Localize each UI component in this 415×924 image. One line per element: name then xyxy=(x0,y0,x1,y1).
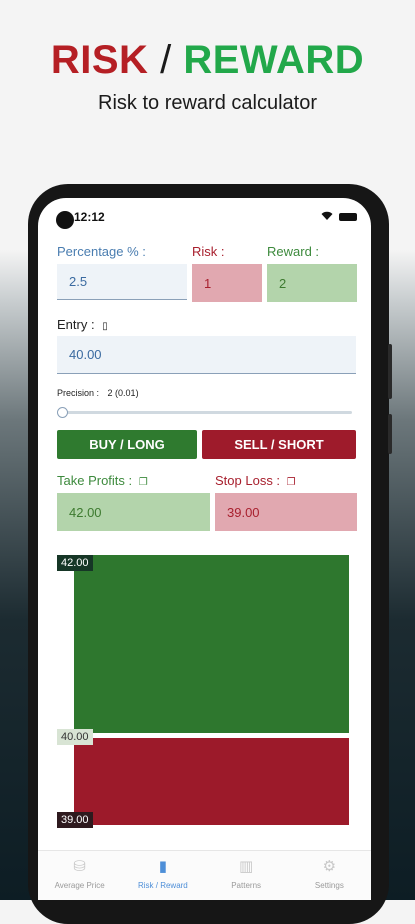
sell-short-button[interactable]: SELL / SHORT xyxy=(202,430,356,459)
promo-title-reward: REWARD xyxy=(183,38,365,82)
take-profits-input[interactable]: 42.00 xyxy=(57,493,210,531)
risk-input[interactable]: 1 xyxy=(192,264,262,302)
front-camera xyxy=(56,211,74,229)
stop-loss-label-text: Stop Loss : xyxy=(215,473,281,488)
phone-power-button xyxy=(388,414,392,454)
reward-label: Reward : xyxy=(267,244,320,259)
percentage-label: Percentage % : xyxy=(57,244,146,259)
buy-long-button[interactable]: BUY / LONG xyxy=(57,430,197,459)
candles-icon: ▥ xyxy=(239,858,254,875)
nav-label: Average Price xyxy=(54,881,105,890)
take-profit-price-tag: 42.00 xyxy=(57,555,93,571)
promo-subtitle: Risk to reward calculator xyxy=(98,92,317,114)
nav-average-price[interactable]: ⛁ Average Price xyxy=(38,851,121,900)
copy-icon[interactable]: ❐ xyxy=(139,477,148,488)
stop-loss-price-tag: 39.00 xyxy=(57,812,93,828)
precision-slider-track[interactable] xyxy=(60,411,352,414)
entry-label-text: Entry : xyxy=(57,317,95,332)
precision-label-text: Precision : xyxy=(57,388,100,398)
percentage-input[interactable]: 2.5 xyxy=(57,264,187,300)
phone-volume-button xyxy=(388,344,392,399)
status-icons xyxy=(321,208,357,226)
nav-label: Patterns xyxy=(231,881,262,890)
coins-icon: ⛁ xyxy=(73,858,86,875)
risk-reward-icon: ▮ xyxy=(158,858,167,875)
clipboard-icon[interactable]: ▯ xyxy=(102,321,108,332)
take-profits-label: Take Profits : ❐ xyxy=(57,473,148,488)
copy-icon[interactable]: ❐ xyxy=(287,477,296,488)
entry-label: Entry : ▯ xyxy=(57,317,108,332)
precision-label: Precision : 2 (0.01) xyxy=(57,388,139,398)
precision-slider-thumb[interactable] xyxy=(57,407,68,418)
promo-title-risk: RISK xyxy=(50,38,149,82)
promo-title: RISK / REWARD xyxy=(0,38,415,83)
reward-input[interactable]: 2 xyxy=(267,264,357,302)
nav-patterns[interactable]: ▥ Patterns xyxy=(205,851,288,900)
nav-settings[interactable]: ⚙ Settings xyxy=(288,851,371,900)
stop-loss-input[interactable]: 39.00 xyxy=(215,493,357,531)
bottom-navigation: ⛁ Average Price ▮ Risk / Reward ▥ Patter… xyxy=(38,850,371,900)
entry-input[interactable]: 40.00 xyxy=(57,336,356,374)
gear-icon: ⚙ xyxy=(322,858,337,875)
profit-zone xyxy=(74,555,349,733)
risk-label: Risk : xyxy=(192,244,225,259)
risk-reward-visual: 42.00 40.00 39.00 xyxy=(57,555,351,833)
wifi-icon xyxy=(321,208,333,226)
battery-icon xyxy=(339,213,357,221)
promo-title-separator: / xyxy=(160,38,172,82)
nav-risk-reward[interactable]: ▮ Risk / Reward xyxy=(121,851,204,900)
app-screen: 12:12 Percentage % : Risk : Reward : 2.5… xyxy=(38,198,371,900)
precision-value: 2 (0.01) xyxy=(107,388,139,398)
loss-zone xyxy=(74,738,349,825)
status-bar: 12:12 xyxy=(38,198,371,234)
nav-label: Risk / Reward xyxy=(137,881,188,890)
status-time: 12:12 xyxy=(74,210,105,224)
stop-loss-label: Stop Loss : ❐ xyxy=(215,473,296,488)
take-profits-label-text: Take Profits : xyxy=(57,473,133,488)
nav-label: Settings xyxy=(314,881,344,890)
entry-price-tag: 40.00 xyxy=(57,729,93,745)
